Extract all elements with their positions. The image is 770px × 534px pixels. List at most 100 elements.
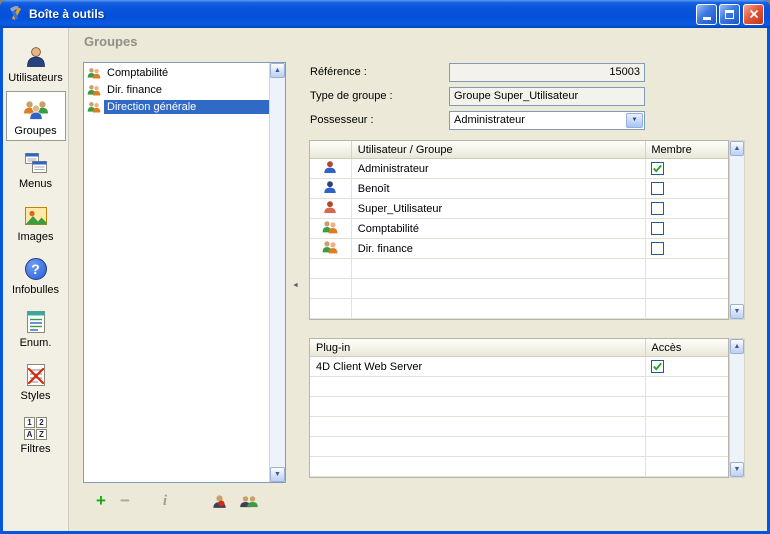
plugin-access-column-header[interactable]: Accès bbox=[646, 339, 728, 356]
sidebar-item-images[interactable]: Images bbox=[6, 197, 66, 247]
transfer-users-button[interactable] bbox=[237, 490, 261, 512]
maximize-button[interactable] bbox=[719, 4, 740, 25]
dropdown-button[interactable]: ▼ bbox=[626, 113, 643, 128]
sidebar-item-label: Images bbox=[7, 231, 65, 243]
empty-cell bbox=[310, 417, 646, 436]
user-red-icon bbox=[323, 200, 337, 217]
member-name: Super_Utilisateur bbox=[352, 199, 647, 218]
plugins-table: Plug-in Accès 4D Client Web Server bbox=[309, 338, 729, 478]
plugin-name-column-header[interactable]: Plug-in bbox=[310, 339, 646, 356]
member-row[interactable]: Dir. finance bbox=[310, 239, 728, 259]
member-checkbox[interactable] bbox=[651, 242, 664, 255]
empty-row bbox=[310, 457, 728, 477]
styles-icon bbox=[7, 361, 65, 389]
sidebar-item-label: Groupes bbox=[7, 125, 65, 137]
member-icon-column-header[interactable] bbox=[310, 141, 352, 158]
maximize-icon bbox=[725, 10, 734, 19]
sidebar-item-menus[interactable]: Menus bbox=[6, 144, 66, 194]
group-list-item[interactable]: Direction générale bbox=[84, 98, 269, 115]
member-checkbox[interactable] bbox=[651, 162, 664, 175]
scrollbar-track[interactable] bbox=[270, 78, 285, 467]
empty-row bbox=[310, 397, 728, 417]
sidebar-item-enum[interactable]: Enum. bbox=[6, 303, 66, 353]
title-bar[interactable]: Boîte à outils bbox=[0, 0, 770, 28]
toolbox-window: Boîte à outils Utilisateurs Groupes Menus I… bbox=[0, 0, 770, 534]
add-group-button[interactable]: + bbox=[89, 490, 113, 512]
empty-cell bbox=[310, 437, 646, 456]
sidebar-item-styles[interactable]: Styles bbox=[6, 356, 66, 406]
sidebar-item-groupes[interactable]: Groupes bbox=[6, 91, 66, 141]
member-checkbox-column-header[interactable]: Membre bbox=[646, 141, 728, 158]
scroll-up-button[interactable]: ▲ bbox=[730, 339, 744, 354]
group-icon bbox=[87, 84, 104, 96]
minimize-button[interactable] bbox=[696, 4, 717, 25]
scroll-up-button[interactable]: ▲ bbox=[730, 141, 744, 156]
sidebar-item-filtres[interactable]: 12AZFiltres bbox=[6, 409, 66, 459]
member-row[interactable]: Comptabilité bbox=[310, 219, 728, 239]
reference-label: Référence : bbox=[310, 66, 449, 78]
reference-field[interactable]: 15003 bbox=[449, 63, 645, 82]
group-list-item[interactable]: Comptabilité bbox=[84, 64, 269, 81]
plus-icon: + bbox=[96, 491, 106, 511]
member-name: Comptabilité bbox=[352, 219, 647, 238]
menus-icon bbox=[7, 149, 65, 177]
user-blue-icon bbox=[323, 180, 337, 197]
transfer-users-icon bbox=[239, 495, 259, 508]
sidebar-item-utilisateurs[interactable]: Utilisateurs bbox=[6, 38, 66, 88]
sidebar-item-label: Enum. bbox=[7, 337, 65, 349]
member-row[interactable]: Administrateur bbox=[310, 159, 728, 179]
owner-value: Administrateur bbox=[450, 114, 625, 126]
splitter-grip-icon: ◄ bbox=[292, 282, 299, 289]
member-row[interactable]: Super_Utilisateur bbox=[310, 199, 728, 219]
close-button[interactable] bbox=[743, 4, 764, 25]
empty-cell bbox=[352, 279, 647, 298]
plugin-row[interactable]: 4D Client Web Server bbox=[310, 357, 728, 377]
group-name: Direction générale bbox=[104, 100, 269, 114]
members-table: Utilisateur / Groupe Membre Administrate… bbox=[309, 140, 729, 320]
plugin-access-checkbox[interactable] bbox=[651, 360, 664, 373]
groups-list: Comptabilité Dir. finance Direction généra… bbox=[83, 62, 286, 483]
scroll-down-button[interactable]: ▼ bbox=[270, 467, 285, 482]
group-detail-panel: Référence : 15003 Type de groupe : Group… bbox=[304, 56, 756, 524]
up-arrow-icon: ▲ bbox=[274, 67, 281, 74]
empty-row bbox=[310, 437, 728, 457]
scrollbar-track[interactable] bbox=[730, 354, 744, 462]
member-checkbox[interactable] bbox=[651, 222, 664, 235]
empty-cell bbox=[352, 299, 647, 318]
member-row[interactable]: Benoît bbox=[310, 179, 728, 199]
reference-value: 15003 bbox=[609, 66, 640, 78]
member-name-column-header[interactable]: Utilisateur / Groupe bbox=[352, 141, 647, 158]
infobulles-icon: ? bbox=[7, 255, 65, 283]
splitter[interactable]: ◄ bbox=[291, 62, 300, 509]
scrollbar-track[interactable] bbox=[730, 156, 744, 304]
up-arrow-icon: ▲ bbox=[734, 145, 741, 152]
close-icon bbox=[749, 9, 759, 19]
sidebar-item-label: Styles bbox=[7, 390, 65, 402]
scroll-up-button[interactable]: ▲ bbox=[270, 63, 285, 78]
member-name: Administrateur bbox=[352, 159, 647, 178]
sidebar-item-label: Utilisateurs bbox=[7, 72, 65, 84]
sidebar-item-infobulles[interactable]: ?Infobulles bbox=[6, 250, 66, 300]
scroll-down-button[interactable]: ▼ bbox=[730, 462, 744, 477]
images-icon bbox=[7, 202, 65, 230]
content-area: Groupes ComptabilitéDir. financeDirectio… bbox=[69, 28, 767, 531]
plugins-scrollbar: ▲ ▼ bbox=[729, 338, 745, 478]
member-checkbox[interactable] bbox=[651, 182, 664, 195]
minus-icon: − bbox=[120, 491, 130, 511]
delete-user-button[interactable] bbox=[207, 490, 231, 512]
group-type-field[interactable]: Groupe Super_Utilisateur bbox=[449, 87, 645, 106]
members-table-header: Utilisateur / Groupe Membre bbox=[310, 141, 728, 159]
members-scrollbar: ▲ ▼ bbox=[729, 140, 745, 320]
remove-group-button[interactable]: − bbox=[113, 490, 137, 512]
scroll-down-button[interactable]: ▼ bbox=[730, 304, 744, 319]
member-checkbox[interactable] bbox=[651, 202, 664, 215]
groupes-icon bbox=[7, 96, 65, 124]
group-name: Dir. finance bbox=[104, 83, 269, 97]
plugin-name: 4D Client Web Server bbox=[310, 357, 646, 376]
info-button[interactable]: i bbox=[153, 490, 177, 512]
window-body: Utilisateurs Groupes Menus Images ?Infobulle… bbox=[0, 28, 770, 534]
groups-list-items: Comptabilité Dir. finance Direction généra… bbox=[84, 63, 269, 482]
group-list-item[interactable]: Dir. finance bbox=[84, 81, 269, 98]
owner-dropdown[interactable]: Administrateur ▼ bbox=[449, 111, 645, 130]
group-icon bbox=[87, 101, 104, 113]
